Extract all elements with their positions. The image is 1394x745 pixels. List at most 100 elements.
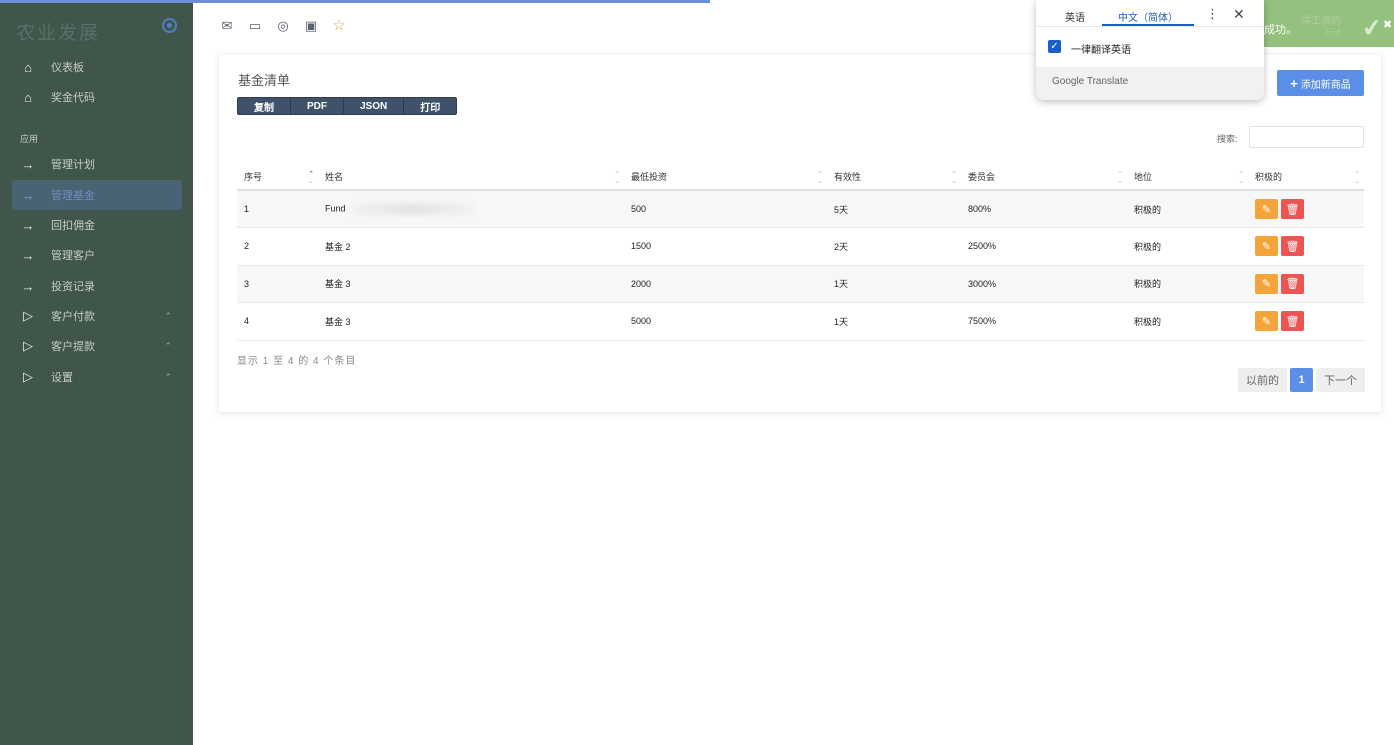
always-translate-checkbox[interactable]: ✓ (1048, 40, 1061, 53)
home-icon: ⌂ (24, 59, 32, 75)
toast-faint-text: 行动 (1325, 28, 1341, 37)
add-new-item-button[interactable]: + 添加新商品 (1277, 70, 1364, 96)
tab-target-language[interactable]: 中文（简体） (1118, 9, 1178, 24)
column-header-name[interactable]: 姓名 ⌃ ⌄ (318, 163, 624, 191)
translate-popup: 英语 中文（简体） ⋮ ✕ ✓ 一律翻译英语 Google Translate (1036, 0, 1264, 100)
print-button[interactable]: 打印 (404, 98, 456, 114)
delete-button[interactable]: 🗑 (1281, 273, 1304, 294)
divider (1036, 26, 1264, 27)
column-header-no[interactable]: 序号 ⌃ ⌄ (237, 163, 318, 191)
sidebar-item-customer-payments[interactable]: ▷ 客户付款 ⌃ (12, 301, 182, 331)
sidebar: 农业发展 ⌂ 仪表板 ⌂ 奖金代码 应用 → 管理计划 → 管理基金 → 回扣佣… (0, 0, 193, 745)
next-page-button[interactable]: 下一个 (1316, 368, 1365, 392)
sidebar-item-label: 仪表板 (51, 62, 84, 74)
arrow-right-icon: → (21, 156, 35, 172)
page-1-button[interactable]: 1 (1290, 368, 1313, 392)
search-input[interactable] (1249, 126, 1364, 148)
success-toast: 得工资的 行动 成功。 ✔ ✖ (1264, 0, 1394, 47)
table-row: 3 基金 3 2000 1天 3000% 积极的 ✎ 🗑 (237, 265, 1364, 303)
top-toolbar: ✉ ▭ ◎ ▣ ☆ (219, 17, 347, 33)
sidebar-item-label: 管理客户 (51, 250, 95, 262)
delete-button[interactable]: 🗑 (1281, 311, 1304, 332)
sidebar-item-label: 回扣佣金 (51, 220, 95, 232)
chat-icon[interactable]: ▭ (247, 17, 263, 33)
previous-page-button[interactable]: 以前的 (1238, 368, 1287, 392)
mail-icon[interactable]: ✉ (219, 17, 235, 33)
delete-button[interactable]: 🗑 (1281, 199, 1304, 219)
sidebar-item-label: 设置 (51, 372, 73, 384)
sidebar-toggle-icon[interactable] (162, 18, 177, 33)
table-row: 1 Fund 500 5天 800% 积极的 ✎ 🗑 (237, 190, 1364, 228)
tab-source-language[interactable]: 英语 (1065, 9, 1085, 24)
edit-button[interactable]: ✎ (1255, 273, 1278, 294)
translate-popup-footer: Google Translate (1036, 67, 1264, 100)
sidebar-item-dashboard[interactable]: ⌂ 仪表板 (12, 52, 182, 82)
sort-icon: ⌃ ⌄ (1354, 171, 1360, 185)
play-icon: ▷ (23, 308, 33, 323)
toast-message: 成功。 (1264, 24, 1297, 36)
copy-button[interactable]: 复制 (238, 98, 291, 114)
sidebar-item-label: 管理基金 (51, 190, 95, 202)
sort-icon: ⌃ ⌄ (1238, 171, 1244, 185)
sort-icon: ⌃ ⌄ (614, 171, 620, 185)
column-header-commission[interactable]: 委员会 ⌃ ⌄ (961, 163, 1127, 191)
arrow-right-icon: → (21, 278, 35, 294)
sidebar-item-investment-records[interactable]: → 投资记录 (12, 271, 182, 301)
sidebar-item-customer-withdrawals[interactable]: ▷ 客户提款 ⌃ (12, 331, 182, 361)
home-icon: ⌂ (24, 89, 32, 105)
sidebar-item-manage-plans[interactable]: → 管理计划 (12, 149, 182, 179)
column-header-validity[interactable]: 有效性 ⌃ ⌄ (827, 163, 961, 191)
fund-list-card: 基金清单 复制 PDF JSON 打印 + 添加新商品 搜索: 序号 ⌃ ⌄ 姓名… (219, 55, 1381, 412)
arrow-right-icon: → (21, 217, 35, 233)
arrow-right-icon: → (21, 247, 35, 263)
sidebar-item-label: 投资记录 (51, 281, 95, 293)
page-title: 基金清单 (238, 73, 291, 88)
check-circle-icon[interactable]: ◎ (275, 17, 291, 33)
sidebar-item-settings[interactable]: ▷ 设置 ⌃ (12, 362, 182, 392)
pdf-button[interactable]: PDF (291, 98, 344, 114)
export-button-group: 复制 PDF JSON 打印 (237, 97, 458, 115)
edit-button[interactable]: ✎ (1255, 236, 1278, 257)
add-button-label: 添加新商品 (1300, 79, 1351, 91)
calendar-icon[interactable]: ▣ (303, 17, 319, 33)
sidebar-item-manage-funds[interactable]: → 管理基金 (12, 180, 182, 210)
google-translate-logo: Google Translate (1052, 76, 1129, 87)
table-info: 显示 1 至 4 的 4 个条目 (237, 356, 357, 367)
chevron-up-icon: ⌃ (164, 371, 172, 382)
close-icon[interactable]: ✖ (1383, 18, 1392, 31)
page-load-progress (0, 0, 710, 3)
delete-button[interactable]: 🗑 (1281, 236, 1304, 257)
table-row: 2 基金 2 1500 2天 2500% 积极的 ✎ 🗑 (237, 227, 1364, 266)
sidebar-item-manage-customers[interactable]: → 管理客户 (12, 240, 182, 270)
sidebar-item-label: 奖金代码 (51, 92, 95, 104)
toast-faint-text: 得工资的 (1301, 16, 1341, 27)
app-title: 农业发展 (16, 22, 101, 44)
json-button[interactable]: JSON (344, 98, 405, 114)
chevron-up-icon: ⌃ (164, 340, 172, 351)
play-icon: ▷ (23, 338, 33, 353)
always-translate-label: 一律翻译英语 (1071, 45, 1131, 56)
fund-table: 序号 ⌃ ⌄ 姓名 ⌃ ⌄ 最低投资 ⌃ ⌄ 有效性 ⌃ ⌄ 委员会 ⌃ ⌄ 地… (237, 163, 1364, 341)
edit-button[interactable]: ✎ (1255, 311, 1278, 332)
table-row: 4 基金 3 5000 1天 7500% 积极的 ✎ 🗑 (237, 302, 1364, 341)
column-header-status[interactable]: 地位 ⌃ ⌄ (1127, 163, 1248, 191)
check-icon: ✔ (1360, 13, 1384, 44)
close-icon[interactable]: ✕ (1233, 6, 1245, 23)
sidebar-section-label: 应用 (20, 134, 39, 144)
table-header-row: 序号 ⌃ ⌄ 姓名 ⌃ ⌄ 最低投资 ⌃ ⌄ 有效性 ⌃ ⌄ 委员会 ⌃ ⌄ 地… (237, 163, 1364, 191)
arrow-right-icon: → (21, 187, 35, 203)
more-options-icon[interactable]: ⋮ (1206, 6, 1219, 22)
sidebar-item-label: 客户提款 (51, 341, 95, 353)
redacted-text (349, 203, 475, 215)
pagination: 以前的 1 下一个 (1238, 368, 1365, 392)
sidebar-item-rebate-commission[interactable]: → 回扣佣金 (12, 210, 182, 240)
sidebar-item-bonus-code[interactable]: ⌂ 奖金代码 (12, 82, 182, 112)
sort-asc-icon: ⌃ ⌄ (308, 171, 314, 185)
sort-icon: ⌃ ⌄ (951, 171, 957, 185)
column-header-actions[interactable]: 积极的 ⌃ ⌄ (1248, 163, 1364, 191)
play-icon: ▷ (23, 369, 33, 384)
search-label: 搜索: (1217, 134, 1238, 144)
edit-button[interactable]: ✎ (1255, 199, 1278, 219)
star-icon[interactable]: ☆ (331, 17, 347, 33)
column-header-min-investment[interactable]: 最低投资 ⌃ ⌄ (624, 163, 827, 191)
